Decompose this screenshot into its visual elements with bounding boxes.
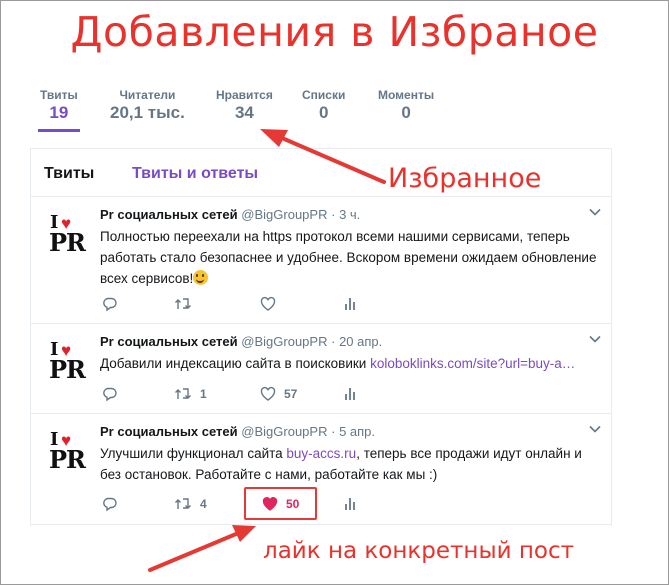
nav-followers[interactable]: Читатели 20,1 тыс. xyxy=(110,88,185,124)
reply-button[interactable] xyxy=(102,294,118,314)
chevron-down-icon[interactable] xyxy=(589,423,601,435)
like-icon xyxy=(260,386,276,401)
retweet-count: 4 xyxy=(200,497,207,511)
nav-lists[interactable]: Списки 0 xyxy=(302,88,345,124)
tweet-header: Pr социальных сетей @BigGroupPR · 3 ч. xyxy=(100,207,360,222)
tweet-separator: · xyxy=(331,424,336,439)
tweet[interactable]: I ♥ PR Pr социальных сетей @BigGroupPR ·… xyxy=(31,325,611,414)
tweet-author-handle[interactable]: @BigGroupPR xyxy=(241,207,327,222)
reply-button[interactable] xyxy=(102,384,118,404)
analytics-button[interactable] xyxy=(344,384,358,404)
tweet-author-handle[interactable]: @BigGroupPR xyxy=(241,334,327,349)
nav-tweets[interactable]: Твиты 19 xyxy=(38,88,80,132)
nav-tweets-label: Твиты xyxy=(40,88,78,102)
tweet-author-name[interactable]: Pr социальных сетей xyxy=(100,424,238,439)
like-count: 57 xyxy=(284,387,298,401)
nav-moments-count: 0 xyxy=(401,103,411,122)
tweet[interactable]: I ♥ PR Pr социальных сетей @BigGroupPR ·… xyxy=(31,415,611,525)
tweet-text-body: Добавили индексацию сайта в поисковики xyxy=(100,356,371,371)
like-button[interactable] xyxy=(260,294,284,314)
reply-icon xyxy=(103,497,117,512)
tweet-time[interactable]: 3 ч. xyxy=(339,207,360,222)
like-post-annotation: лайк на конкретный пост xyxy=(263,538,575,564)
chevron-down-icon[interactable] xyxy=(589,206,601,218)
tweet-author-name[interactable]: Pr социальных сетей xyxy=(100,207,238,222)
retweet-icon xyxy=(175,498,191,509)
retweet-button[interactable]: 4 xyxy=(174,494,207,514)
reply-button[interactable] xyxy=(102,494,118,514)
tweet-header: Pr социальных сетей @BigGroupPR · 5 апр. xyxy=(100,424,375,439)
chevron-down-icon[interactable] xyxy=(589,333,601,345)
avatar[interactable]: I ♥ PR xyxy=(49,339,89,384)
tweet[interactable]: I ♥ PR Pr социальных сетей @BigGroupPR ·… xyxy=(31,198,611,324)
tweet-text: Добавили индексацию сайта в поисковики k… xyxy=(100,353,600,374)
avatar-letters: PR xyxy=(49,355,86,384)
retweet-button[interactable] xyxy=(174,294,200,314)
nav-followers-label: Читатели xyxy=(119,88,176,102)
avatar[interactable]: I ♥ PR xyxy=(49,429,89,474)
like-button[interactable]: 57 xyxy=(260,384,297,404)
page-heading: Добавления в Избраное xyxy=(70,8,599,56)
analytics-icon xyxy=(345,298,355,310)
timeline: Твиты Твиты и ответы I ♥ PR Pr социальны… xyxy=(30,148,612,526)
retweet-icon xyxy=(175,388,191,399)
tab-tweets[interactable]: Твиты xyxy=(44,165,94,183)
like-icon xyxy=(260,296,276,311)
nav-moments[interactable]: Моменты 0 xyxy=(378,88,434,124)
tweet-text: Полностью переехали на https протокол вс… xyxy=(100,226,600,289)
tweet-separator: · xyxy=(331,334,336,349)
smile-emoji-icon xyxy=(193,270,209,285)
nav-lists-label: Списки xyxy=(302,88,346,102)
avatar-letters: PR xyxy=(49,445,86,474)
tweet-text-before: Улучшили функционал сайта xyxy=(100,446,287,461)
favorites-annotation: Избранное xyxy=(388,163,542,194)
nav-likes-label: Нравится xyxy=(216,88,273,102)
tweet-separator: · xyxy=(331,207,336,222)
tweet-text: Улучшили функционал сайта buy-accs.ru, т… xyxy=(100,443,600,485)
retweet-count: 1 xyxy=(200,387,207,401)
tweet-author-name[interactable]: Pr социальных сетей xyxy=(100,334,238,349)
avatar-letters: PR xyxy=(49,228,86,257)
tweet-header: Pr социальных сетей @BigGroupPR · 20 апр… xyxy=(100,334,382,349)
tweet-text-body: Полностью переехали на https протокол вс… xyxy=(100,229,597,286)
tweet-link[interactable]: koloboklinks.com/site?url=buy-a… xyxy=(370,356,575,371)
nav-likes-count: 34 xyxy=(234,103,254,122)
profile-nav: Твиты 19 Читатели 20,1 тыс. Нравится 34 … xyxy=(26,88,612,132)
analytics-button[interactable] xyxy=(344,494,358,514)
tweet-author-handle[interactable]: @BigGroupPR xyxy=(241,424,327,439)
nav-tweets-count: 19 xyxy=(49,103,69,122)
nav-likes[interactable]: Нравится 34 xyxy=(216,88,273,124)
reply-icon xyxy=(103,387,117,402)
reply-icon xyxy=(103,297,117,312)
tweet-actions: 1 57 xyxy=(100,384,400,404)
tab-tweets-and-replies[interactable]: Твиты и ответы xyxy=(132,165,258,183)
tweet-time[interactable]: 5 апр. xyxy=(339,424,375,439)
retweet-icon xyxy=(175,298,191,309)
analytics-icon xyxy=(345,388,355,400)
nav-followers-count: 20,1 тыс. xyxy=(110,103,185,122)
nav-moments-label: Моменты xyxy=(378,88,435,102)
tweet-link[interactable]: buy-accs.ru xyxy=(286,446,356,461)
analytics-icon xyxy=(345,498,355,510)
nav-lists-count: 0 xyxy=(318,103,329,122)
tweet-time[interactable]: 20 апр. xyxy=(339,334,382,349)
avatar[interactable]: I ♥ PR xyxy=(49,212,89,257)
analytics-button[interactable] xyxy=(344,294,358,314)
tweet-actions xyxy=(100,294,400,314)
like-highlight-box xyxy=(244,487,317,520)
retweet-button[interactable]: 1 xyxy=(174,384,207,404)
